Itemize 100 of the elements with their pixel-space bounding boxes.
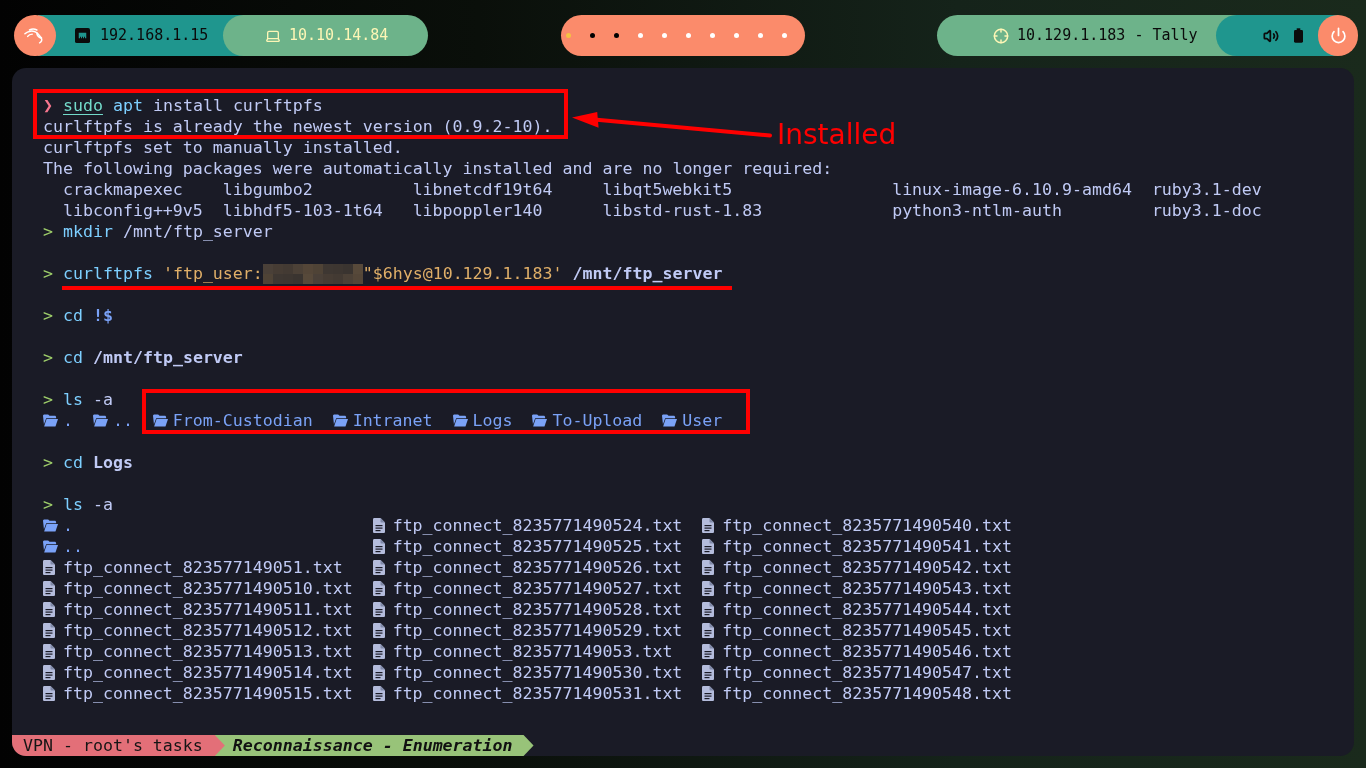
file-icon bbox=[702, 560, 715, 575]
vpn-ip-text: 10.10.14.84 bbox=[289, 25, 389, 47]
package-name: libhdf5-103-1t64 bbox=[222, 201, 383, 220]
folder-name: . bbox=[62, 515, 73, 536]
command-line: > cd Logs bbox=[43, 452, 133, 473]
file-icon bbox=[702, 665, 715, 680]
window-tab[interactable]: Reconnaissance - Enumeration bbox=[214, 735, 534, 756]
local-ip-text: 192.168.1.15 bbox=[100, 25, 209, 47]
folder-name: To-Upload bbox=[552, 410, 643, 431]
package-name: libpoppler140 bbox=[412, 201, 543, 220]
folder-icon bbox=[43, 540, 58, 553]
file-name: ftp_connect_8235771490527.txt bbox=[392, 578, 683, 599]
package-name: ruby3.1-dev bbox=[1151, 180, 1262, 199]
file-icon bbox=[702, 644, 715, 659]
command-line: > cd !$ bbox=[43, 305, 113, 326]
file-name: ftp_connect_8235771490528.txt bbox=[392, 599, 683, 620]
file-icon bbox=[43, 581, 55, 596]
file-icon bbox=[702, 602, 715, 617]
file-name: ftp_connect_8235771490526.txt bbox=[392, 557, 683, 578]
file-name: ftp_connect_8235771490543.txt bbox=[722, 578, 1013, 599]
ethernet-port-icon bbox=[75, 28, 90, 43]
package-name: ruby3.1-doc bbox=[1151, 201, 1262, 220]
file-name: ftp_connect_8235771490525.txt bbox=[392, 536, 683, 557]
package-name: libconfig++9v5 bbox=[62, 201, 203, 220]
file-name: ftp_connect_8235771490530.txt bbox=[392, 662, 683, 683]
folder-name: .. bbox=[62, 536, 83, 557]
command-line: > ls -a bbox=[43, 389, 113, 410]
file-name: ftp_connect_8235771490546.txt bbox=[722, 641, 1013, 662]
command-line: > curlftpfs 'ftp_user: bbox=[43, 263, 263, 284]
callout-label: Installed bbox=[777, 119, 897, 151]
file-name: ftp_connect_8235771490512.txt bbox=[62, 620, 353, 641]
command-line: > ls -a bbox=[43, 494, 113, 515]
command-line: > mkdir /mnt/ftp_server bbox=[43, 221, 273, 242]
file-name: ftp_connect_8235771490515.txt bbox=[62, 683, 353, 704]
folder-name: User bbox=[682, 410, 723, 431]
file-name: ftp_connect_8235771490510.txt bbox=[62, 578, 353, 599]
command-line: ❯ sudo apt install curlftpfs bbox=[43, 95, 323, 116]
file-name: ftp_connect_8235771490548.txt bbox=[722, 683, 1013, 704]
battery-icon[interactable] bbox=[1294, 28, 1303, 43]
file-name: ftp_connect_8235771490547.txt bbox=[722, 662, 1013, 683]
file-icon bbox=[702, 686, 715, 701]
file-name: ftp_connect_823577149051.txt bbox=[62, 557, 343, 578]
file-name: ftp_connect_8235771490529.txt bbox=[392, 620, 683, 641]
app-menu-button[interactable] bbox=[14, 15, 56, 56]
file-name: ftp_connect_8235771490545.txt bbox=[722, 620, 1013, 641]
folder-icon bbox=[152, 414, 168, 427]
file-icon bbox=[372, 623, 385, 638]
file-name: ftp_connect_8235771490542.txt bbox=[722, 557, 1013, 578]
file-icon bbox=[372, 602, 385, 617]
volume-icon[interactable] bbox=[1263, 27, 1279, 44]
file-icon bbox=[702, 518, 715, 533]
session-indicator: VPN - root's tasks bbox=[12, 735, 225, 756]
folder-icon bbox=[662, 414, 678, 427]
file-name: ftp_connect_8235771490531.txt bbox=[392, 683, 683, 704]
file-name: ftp_connect_8235771490544.txt bbox=[722, 599, 1013, 620]
file-name: ftp_connect_823577149053.txt bbox=[392, 641, 673, 662]
file-icon bbox=[372, 581, 385, 596]
file-icon bbox=[372, 539, 385, 554]
folder-name: Intranet bbox=[352, 410, 433, 431]
package-name: python3-ntlm-auth bbox=[892, 201, 1062, 220]
file-icon bbox=[43, 602, 55, 617]
file-icon bbox=[372, 686, 385, 701]
folder-icon bbox=[532, 414, 548, 427]
folder-icon bbox=[43, 414, 58, 427]
package-name: linux-image-6.10.9-amd64 bbox=[892, 180, 1132, 199]
folder-name: From-Custodian bbox=[172, 410, 313, 431]
file-icon bbox=[702, 623, 715, 638]
file-icon bbox=[43, 623, 55, 638]
folder-name: Logs bbox=[472, 410, 513, 431]
command-line: > cd /mnt/ftp_server bbox=[43, 347, 243, 368]
package-name: libqt5webkit5 bbox=[602, 180, 733, 199]
file-icon bbox=[43, 665, 55, 680]
output-text: curlftpfs set to manually installed. bbox=[43, 138, 403, 157]
folder-icon bbox=[332, 414, 348, 427]
folder-icon bbox=[43, 519, 58, 532]
file-icon bbox=[43, 644, 55, 659]
output-text: The following packages were automatically installed and are no longer required: bbox=[43, 159, 833, 178]
output-text: curlftpfs is already the newest version (0.9.2-10). bbox=[43, 117, 553, 136]
target-text: 10.129.1.183 - Tally bbox=[1017, 25, 1198, 47]
file-icon bbox=[702, 539, 715, 554]
file-icon bbox=[372, 665, 385, 680]
file-icon bbox=[372, 560, 385, 575]
file-icon bbox=[43, 560, 55, 575]
file-name: ftp_connect_8235771490524.txt bbox=[392, 515, 683, 536]
folder-icon bbox=[452, 414, 468, 427]
power-button[interactable] bbox=[1318, 15, 1358, 56]
package-name: libstd-rust-1.83 bbox=[602, 201, 763, 220]
package-name: libnetcdf19t64 bbox=[412, 180, 553, 199]
file-icon bbox=[43, 686, 55, 701]
file-name: ftp_connect_8235771490511.txt bbox=[62, 599, 353, 620]
file-icon bbox=[702, 581, 715, 596]
package-name: libgumbo2 bbox=[222, 180, 313, 199]
crosshair-icon bbox=[993, 27, 1009, 44]
folder-name: . bbox=[62, 410, 73, 431]
folder-name: .. bbox=[112, 410, 133, 431]
folder-icon bbox=[92, 414, 108, 427]
package-name: crackmapexec bbox=[62, 180, 183, 199]
file-icon bbox=[372, 518, 385, 533]
file-name: ftp_connect_8235771490514.txt bbox=[62, 662, 353, 683]
file-icon bbox=[372, 644, 385, 659]
